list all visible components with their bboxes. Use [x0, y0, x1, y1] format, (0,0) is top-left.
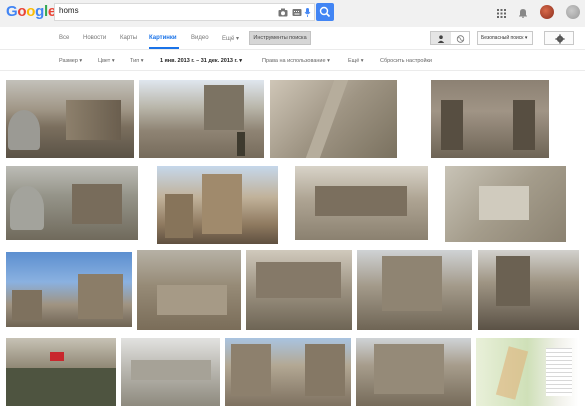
- search-icon: [319, 6, 331, 18]
- active-tab-indicator: [149, 47, 179, 49]
- dome-shape: [10, 186, 44, 230]
- image-result[interactable]: [225, 338, 351, 406]
- safe-search-button[interactable]: Безопасный поиск ▾: [477, 31, 533, 45]
- view-globe-button[interactable]: [451, 32, 470, 44]
- image-result[interactable]: [6, 252, 132, 327]
- image-result[interactable]: [270, 80, 397, 158]
- microphone-icon[interactable]: [304, 8, 311, 17]
- street-shape: [305, 80, 349, 158]
- image-result[interactable]: [6, 80, 134, 158]
- rubble-shape: [157, 285, 227, 315]
- top-bar: Google: [0, 0, 585, 27]
- ruin-shape: [72, 184, 122, 224]
- image-result[interactable]: [137, 250, 241, 330]
- rubble-shape: [131, 360, 211, 380]
- search-input[interactable]: [59, 6, 259, 15]
- notifications-icon[interactable]: [519, 8, 527, 18]
- tab-maps[interactable]: Карты: [120, 35, 137, 41]
- image-result[interactable]: [478, 250, 579, 330]
- ruin-shape: [204, 85, 244, 130]
- globe-icon: [456, 35, 465, 43]
- google-logo[interactable]: Google: [6, 3, 56, 20]
- flag-shape: [50, 352, 64, 361]
- pillar-shape: [441, 100, 463, 150]
- filter-type[interactable]: Тип ▾: [130, 58, 143, 64]
- building-shape: [231, 344, 271, 396]
- ruin-shape: [256, 262, 341, 298]
- filter-size[interactable]: Размер ▾: [59, 58, 82, 64]
- logo-letter: G: [6, 3, 18, 20]
- building-shape: [496, 256, 530, 306]
- person-icon: [437, 35, 445, 43]
- image-result[interactable]: [121, 338, 220, 406]
- tab-video[interactable]: Видео: [191, 35, 209, 41]
- ruin-shape: [78, 274, 123, 319]
- tab-all[interactable]: Все: [59, 35, 69, 41]
- view-person-button[interactable]: [431, 32, 451, 44]
- logo-letter: o: [26, 3, 36, 20]
- apps-grid-icon[interactable]: [497, 9, 506, 18]
- image-result[interactable]: [6, 338, 116, 406]
- ruin-shape: [66, 100, 121, 140]
- settings-button[interactable]: [544, 31, 574, 45]
- filter-bar: Размер ▾ Цвет ▾ Тип ▾ 1 янв. 2013 г. – 3…: [0, 50, 585, 71]
- logo-letter: g: [35, 3, 44, 20]
- building-shape: [165, 194, 193, 238]
- image-result[interactable]: [445, 166, 566, 242]
- map-text-shape: [546, 348, 572, 396]
- building-shape: [202, 174, 242, 234]
- image-result[interactable]: [476, 338, 579, 406]
- profile-avatar[interactable]: [566, 5, 580, 19]
- camera-icon[interactable]: [278, 8, 288, 17]
- tab-images[interactable]: Картинки: [149, 35, 177, 41]
- reset-filters-link[interactable]: Сбросить настройки: [380, 58, 432, 64]
- ruin-shape: [315, 186, 407, 216]
- image-result[interactable]: [157, 166, 278, 244]
- gear-icon: [555, 34, 565, 44]
- search-box: [54, 3, 315, 21]
- map-region-shape: [495, 346, 529, 400]
- building-shape: [479, 186, 529, 220]
- building-shape: [382, 256, 442, 311]
- tab-news[interactable]: Новости: [83, 35, 106, 41]
- filter-more[interactable]: Ещё ▾: [348, 58, 364, 64]
- tab-more[interactable]: Ещё ▾: [222, 35, 239, 42]
- account-avatar[interactable]: [540, 5, 554, 19]
- ruin-shape: [12, 290, 42, 320]
- pillar-shape: [513, 100, 535, 150]
- image-result[interactable]: [246, 250, 352, 330]
- soldier-shape: [237, 132, 245, 156]
- building-shape: [305, 344, 345, 396]
- search-tools-button[interactable]: Инструменты поиска: [249, 31, 311, 45]
- view-toggle: [430, 31, 470, 45]
- image-result[interactable]: [431, 80, 549, 158]
- filter-date[interactable]: 1 янв. 2013 г. – 31 дек. 2013 г. ▾: [160, 58, 242, 64]
- image-result[interactable]: [357, 250, 472, 330]
- group-shape: [6, 368, 116, 406]
- search-button[interactable]: [316, 3, 334, 21]
- image-result[interactable]: [295, 166, 428, 240]
- filter-color[interactable]: Цвет ▾: [98, 58, 115, 64]
- filter-rights[interactable]: Права на использование ▾: [262, 58, 330, 64]
- image-result[interactable]: [6, 166, 138, 240]
- keyboard-icon[interactable]: [292, 8, 302, 17]
- dome-shape: [8, 110, 40, 150]
- building-shape: [374, 344, 444, 394]
- image-result[interactable]: [356, 338, 471, 406]
- image-result[interactable]: [139, 80, 264, 158]
- logo-letter: o: [17, 3, 27, 20]
